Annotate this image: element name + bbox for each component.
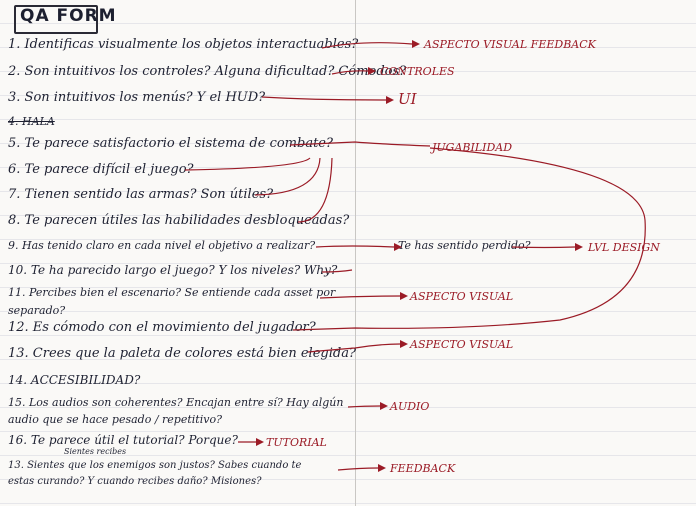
label-lvl-design: LVL DESIGN — [588, 241, 660, 254]
notebook-page: QA FORM 1. Identificas visualmente los o… — [0, 0, 696, 506]
label-aspecto-visual-feedback: ASPECTO VISUAL FEEDBACK — [424, 38, 596, 51]
label-audio: AUDIO — [390, 400, 430, 413]
label-controles: CONTROLES — [380, 65, 455, 78]
label-ui: UI — [398, 90, 417, 108]
label-tutorial: TUTORIAL — [266, 436, 327, 449]
label-aspecto-visual-2: ASPECTO VISUAL — [410, 338, 514, 351]
label-jugabilidad: JUGABILIDAD — [432, 141, 513, 154]
label-aspecto-visual-1: ASPECTO VISUAL — [410, 290, 514, 303]
label-feedback: FEEDBACK — [390, 462, 456, 475]
